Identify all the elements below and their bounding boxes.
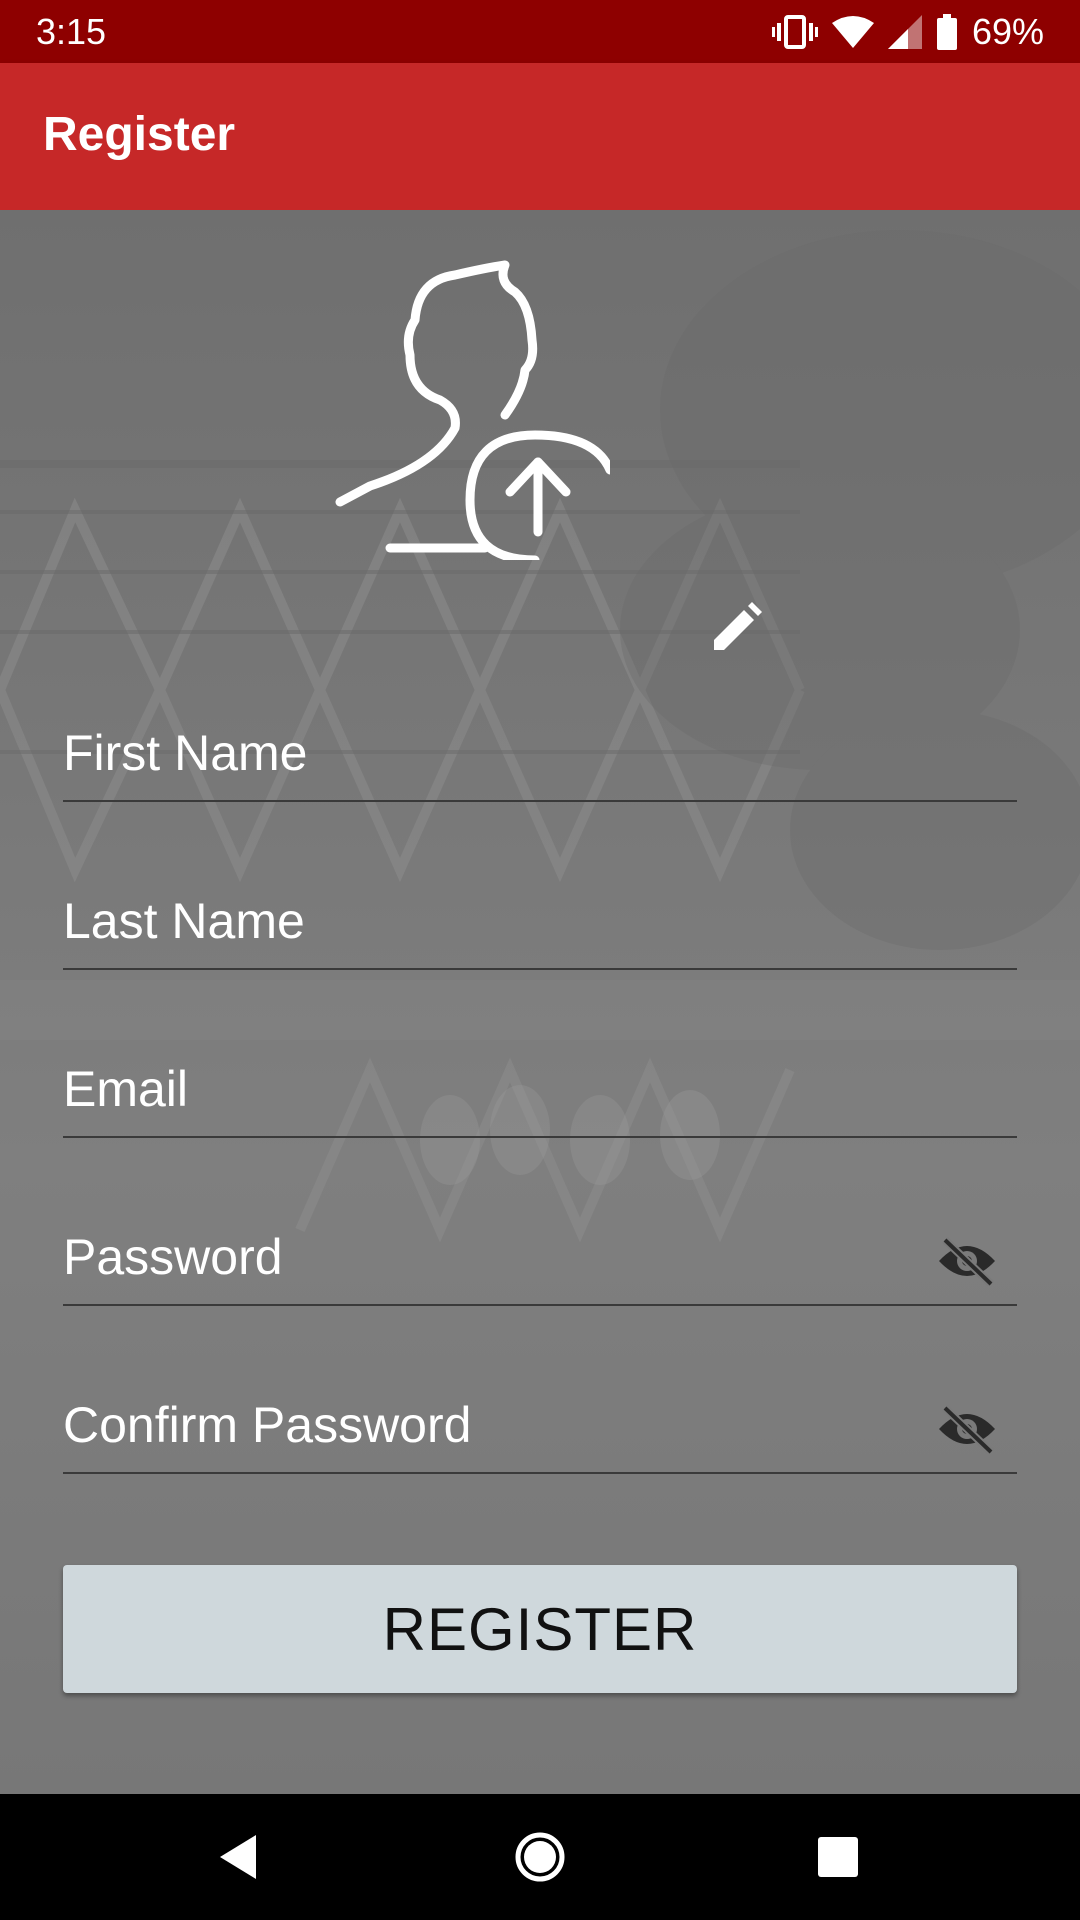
- status-icons: 69%: [771, 10, 1044, 54]
- eye-off-icon[interactable]: [937, 1404, 997, 1454]
- vibrate-icon: [771, 15, 818, 49]
- register-button[interactable]: REGISTER: [63, 1565, 1017, 1693]
- first-name-input[interactable]: [63, 710, 1017, 796]
- app-bar: Register: [0, 63, 1080, 210]
- recents-icon[interactable]: [808, 1827, 868, 1887]
- battery-percentage: 69%: [971, 11, 1044, 52]
- edit-pencil-icon[interactable]: [708, 600, 764, 656]
- user-upload-icon[interactable]: [330, 260, 610, 560]
- status-bar: 3:15 69%: [0, 0, 1080, 63]
- signal-icon: [887, 15, 922, 49]
- battery-icon: [936, 14, 957, 50]
- register-form-area: REGISTER: [0, 210, 1080, 1794]
- last-name-field: [63, 878, 1017, 970]
- status-time: 3:15: [36, 11, 107, 52]
- password-input[interactable]: [63, 1214, 1017, 1300]
- navigation-bar: [0, 1794, 1080, 1920]
- register-screen: 3:15 69% Register First Name Last Name E…: [0, 0, 1080, 1920]
- last-name-input[interactable]: [63, 878, 1017, 964]
- wifi-icon: [831, 16, 874, 48]
- back-icon[interactable]: [208, 1827, 268, 1887]
- email-field: [63, 1046, 1017, 1138]
- eye-off-icon[interactable]: [937, 1236, 997, 1286]
- confirm-password-field: [63, 1382, 1017, 1474]
- password-field: [63, 1214, 1017, 1306]
- first-name-field: [63, 710, 1017, 802]
- page-title: Register: [43, 108, 236, 161]
- email-input[interactable]: [63, 1046, 1017, 1132]
- home-icon[interactable]: [510, 1827, 570, 1887]
- confirm-password-input[interactable]: [63, 1382, 1017, 1468]
